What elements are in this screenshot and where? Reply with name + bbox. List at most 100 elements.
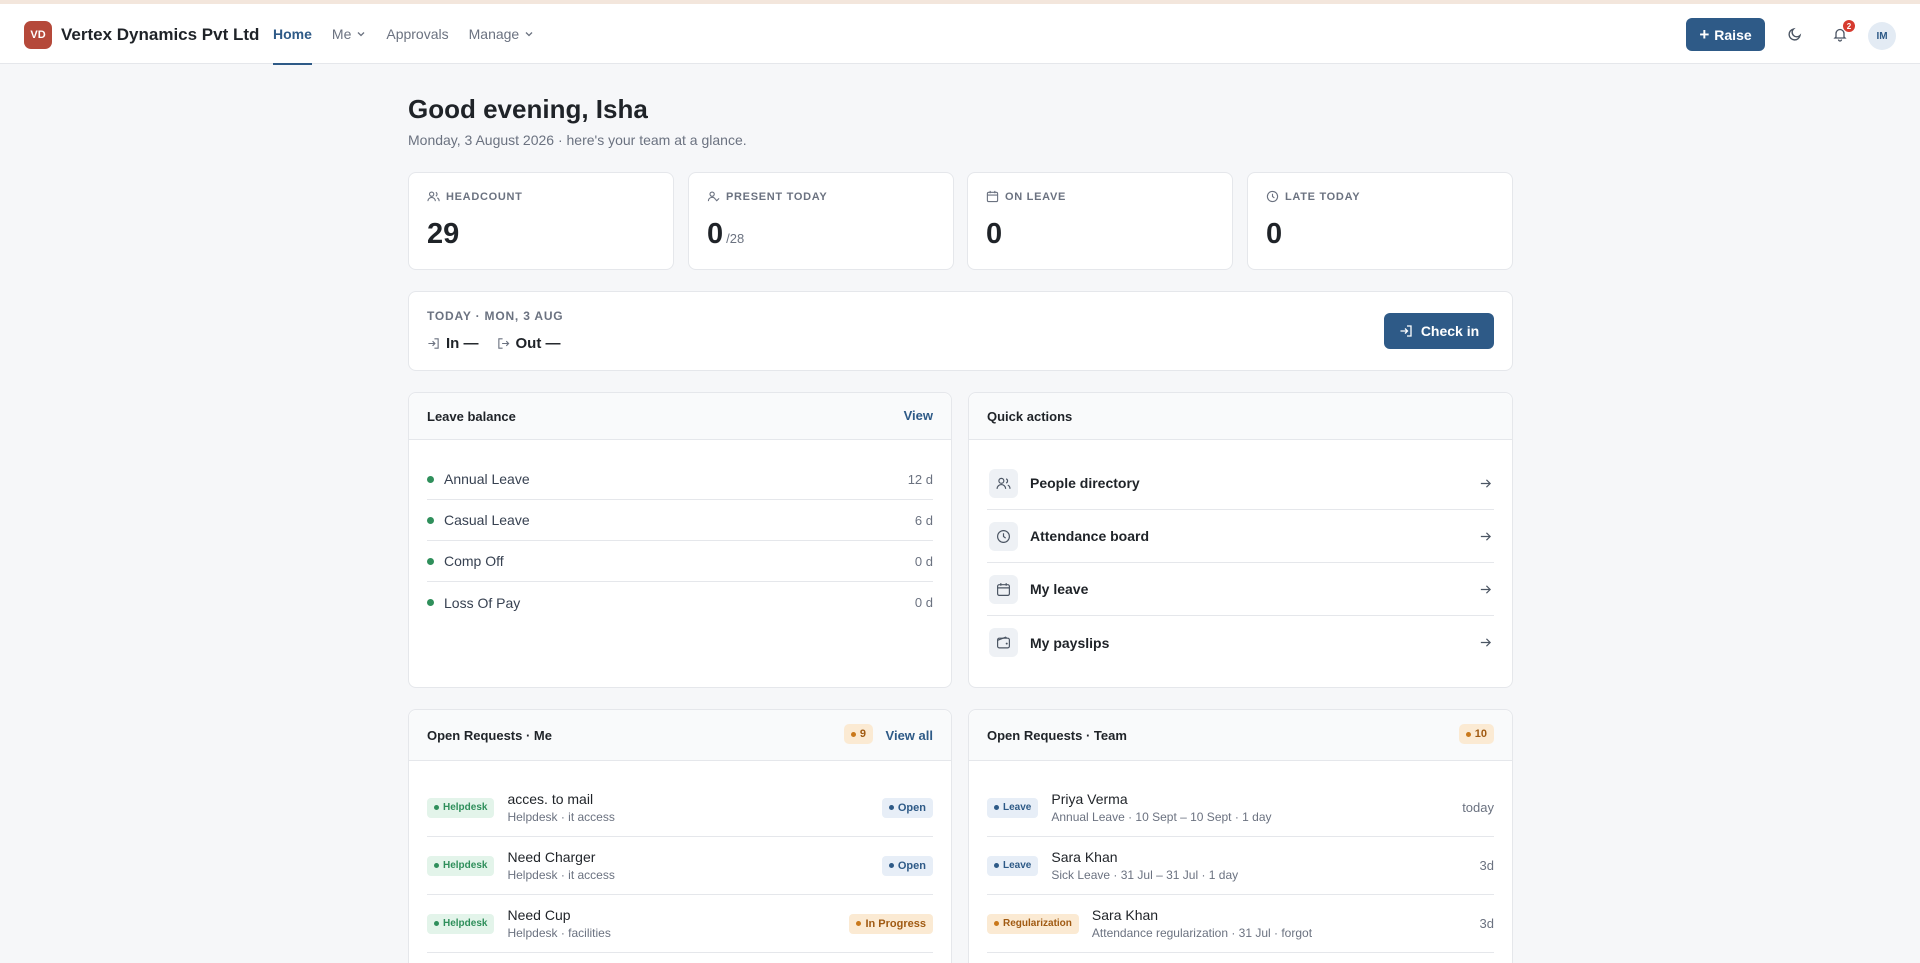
calendar-icon bbox=[986, 190, 999, 203]
check-in-button[interactable]: Check in bbox=[1384, 313, 1494, 349]
status-dot bbox=[434, 805, 439, 810]
leave-type: Loss Of Pay bbox=[444, 594, 521, 611]
request-row[interactable]: Leave Priya Verma Annual Leave · 10 Sept… bbox=[987, 779, 1494, 837]
status-dot bbox=[427, 516, 434, 524]
view-all-link[interactable]: View all bbox=[886, 728, 933, 743]
notifications-button[interactable]: 2 bbox=[1829, 20, 1855, 45]
nav-approvals-label: Approvals bbox=[386, 26, 449, 42]
category-label: Helpdesk bbox=[443, 860, 488, 871]
open-requests-team-title: Open Requests · Team bbox=[987, 728, 1127, 743]
stat-card-present-today: PRESENT TODAY 0/28 bbox=[688, 172, 954, 270]
people-icon bbox=[427, 190, 440, 203]
leave-type: Casual Leave bbox=[444, 512, 530, 528]
status-badge: In Progress bbox=[849, 913, 933, 934]
quick-actions-card: Quick actions People directory Attendanc… bbox=[968, 392, 1513, 688]
page-subtitle: Monday, 3 August 2026 · here's your team… bbox=[408, 132, 747, 148]
stat-value-number: 29 bbox=[427, 218, 460, 250]
stat-label-text: LATE TODAY bbox=[1285, 190, 1361, 203]
clock-icon bbox=[1266, 190, 1279, 203]
request-subtitle: Helpdesk · facilities bbox=[507, 926, 611, 940]
request-subtitle: Sick Leave · 31 Jul – 31 Jul · 1 day bbox=[1051, 868, 1239, 882]
nav-approvals[interactable]: Approvals bbox=[386, 4, 448, 64]
request-age: 3d bbox=[1479, 916, 1494, 931]
arrow-right-icon bbox=[1479, 636, 1492, 649]
raise-button[interactable]: + Raise bbox=[1686, 18, 1765, 51]
wallet-icon bbox=[989, 628, 1018, 657]
request-text: acces. to mail Helpdesk · it access bbox=[507, 791, 614, 824]
category-tag: Leave bbox=[987, 797, 1039, 818]
stat-value-headcount: 29 bbox=[427, 218, 459, 251]
quick-action-label: Attendance board bbox=[1030, 528, 1150, 544]
request-subtitle: Annual Leave · 10 Sept – 10 Sept · 1 day bbox=[1051, 810, 1272, 824]
status-dot bbox=[856, 921, 862, 926]
leave-days: 0 d bbox=[914, 595, 933, 610]
stat-value-number: 0 bbox=[1266, 218, 1283, 250]
nav-home[interactable]: Home bbox=[273, 4, 312, 65]
status-badge: Open bbox=[881, 797, 933, 818]
stat-label-present: PRESENT TODAY bbox=[707, 190, 827, 203]
open-requests-me-title: Open Requests · Me bbox=[427, 728, 552, 743]
status-badge: Open bbox=[881, 855, 933, 876]
request-text: Need Charger Helpdesk · it access bbox=[507, 849, 614, 882]
quick-action-attendance-board[interactable]: Attendance board bbox=[987, 510, 1494, 563]
stat-value-total: /28 bbox=[726, 231, 745, 246]
category-label: Leave bbox=[1003, 802, 1032, 813]
status-dot bbox=[427, 475, 434, 483]
check-in-time: In — bbox=[427, 335, 479, 352]
dark-mode-toggle[interactable] bbox=[1784, 23, 1806, 45]
category-tag: Helpdesk bbox=[427, 855, 495, 876]
leave-balance-header: Leave balance View bbox=[409, 393, 951, 440]
main-nav: Home Me Approvals Manage bbox=[273, 4, 554, 65]
request-row[interactable]: Leave Sara Khan Sick Leave · 31 Jul – 31… bbox=[987, 837, 1494, 895]
stat-value-number: 0 bbox=[986, 218, 1003, 250]
today-date-label: TODAY · MON, 3 AUG bbox=[427, 309, 564, 323]
leave-days: 0 d bbox=[914, 553, 933, 569]
category-tag: Helpdesk bbox=[427, 913, 495, 934]
request-title: Sara Khan bbox=[1091, 907, 1159, 923]
request-subtitle: Helpdesk · it access bbox=[507, 810, 615, 824]
quick-actions-title: Quick actions bbox=[987, 409, 1073, 424]
stat-value-late: 0 bbox=[1266, 218, 1282, 251]
top-navbar: VD Vertex Dynamics Pvt Ltd Home Me Appro… bbox=[0, 4, 1920, 65]
stat-label-late: LATE TODAY bbox=[1266, 190, 1360, 203]
request-row[interactable]: Helpdesk Need Charger Helpdesk · it acce… bbox=[427, 837, 933, 895]
category-label: Leave bbox=[1003, 860, 1032, 871]
request-row[interactable]: Helpdesk acces. to mail Helpdesk · it ac… bbox=[427, 779, 933, 837]
status-dot bbox=[994, 921, 999, 926]
stat-value-present: 0/28 bbox=[707, 218, 744, 251]
request-text: Sara Khan Attendance regularization · 31… bbox=[1092, 907, 1312, 940]
request-title: Need Cup bbox=[507, 907, 571, 923]
leave-days: 12 d bbox=[907, 471, 933, 487]
category-tag: Helpdesk bbox=[427, 797, 495, 818]
request-age: 3d bbox=[1479, 858, 1494, 873]
stat-label-headcount: HEADCOUNT bbox=[427, 190, 523, 203]
leave-type: Comp Off bbox=[444, 553, 504, 569]
status-label: Open bbox=[897, 801, 926, 814]
request-row[interactable]: Regularization Sara Khan Attendance regu… bbox=[987, 895, 1494, 953]
request-title: acces. to mail bbox=[507, 791, 594, 807]
status-dot bbox=[434, 921, 439, 926]
company-logo[interactable]: VD bbox=[24, 21, 52, 49]
quick-actions-header: Quick actions bbox=[969, 393, 1512, 440]
company-name[interactable]: Vertex Dynamics Pvt Ltd bbox=[61, 25, 259, 45]
check-out-value: Out — bbox=[515, 335, 561, 352]
login-icon bbox=[1399, 324, 1413, 338]
nav-manage[interactable]: Manage bbox=[469, 4, 535, 64]
user-avatar[interactable]: IM bbox=[1868, 22, 1896, 50]
count-value: 9 bbox=[859, 728, 866, 740]
stat-label-text: HEADCOUNT bbox=[446, 190, 523, 203]
quick-action-my-leave[interactable]: My leave bbox=[987, 563, 1494, 616]
request-title: Need Charger bbox=[507, 849, 596, 865]
open-requests-me-card: Open Requests · Me 9 View all Helpdesk a… bbox=[408, 709, 952, 963]
request-row[interactable]: Helpdesk Need Cup Helpdesk · facilities … bbox=[427, 895, 933, 953]
nav-me[interactable]: Me bbox=[332, 4, 366, 64]
status-dot bbox=[850, 731, 856, 737]
leave-row: Comp Off 0 d bbox=[427, 541, 933, 582]
leave-row: Annual Leave 12 d bbox=[427, 459, 933, 500]
category-label: Regularization bbox=[1003, 918, 1072, 929]
quick-action-my-payslips[interactable]: My payslips bbox=[987, 616, 1494, 669]
leave-balance-view-link[interactable]: View bbox=[904, 408, 933, 423]
quick-action-people-directory[interactable]: People directory bbox=[987, 457, 1494, 510]
request-text: Priya Verma Annual Leave · 10 Sept – 10 … bbox=[1051, 791, 1271, 824]
category-tag: Leave bbox=[987, 855, 1039, 876]
